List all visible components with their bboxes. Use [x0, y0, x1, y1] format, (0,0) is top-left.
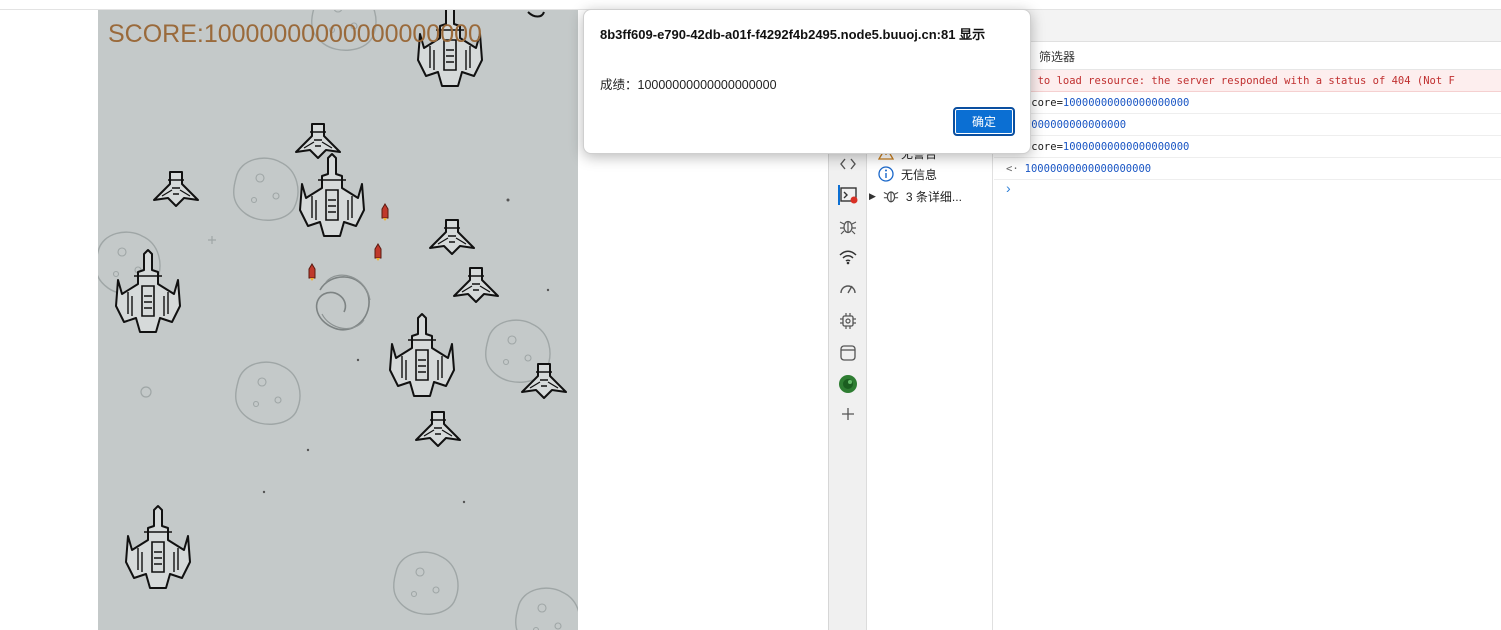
enemy-ship-large	[125, 505, 191, 589]
extension-icon[interactable]	[838, 374, 858, 394]
enemy-ship-small	[415, 411, 461, 447]
enemy-ship-large	[299, 153, 365, 237]
ok-button[interactable]: 确定	[953, 107, 1015, 136]
enemy-ship-small	[153, 171, 199, 207]
asteroid	[514, 587, 578, 630]
console-icon[interactable]	[838, 185, 858, 205]
bug-verbose-icon	[882, 187, 900, 205]
asteroid	[232, 157, 299, 221]
console-prompt[interactable]: ›	[1006, 180, 1011, 196]
asteroid	[234, 361, 301, 425]
game-scene	[98, 10, 578, 630]
info-icon	[877, 165, 895, 183]
elements-icon[interactable]	[838, 154, 858, 174]
sidebar-item-label: 无信息	[901, 167, 938, 182]
dialog-message: 成绩：10000000000000000000	[600, 78, 777, 92]
enemy-ship-small	[453, 267, 499, 303]
alert-dialog: 8b3ff609-e790-42db-a01f-f4292f4b2495.nod…	[583, 9, 1031, 154]
game-canvas[interactable]: SCORE:10000000000000000000	[98, 10, 578, 630]
sidebar-item-info[interactable]: 无信息	[877, 164, 937, 184]
performance-icon[interactable]	[838, 278, 858, 298]
bug-icon[interactable]	[838, 216, 858, 236]
chevron-right-icon[interactable]: ▶	[869, 191, 876, 202]
console-input-line: ameScore=10000000000000000000	[994, 136, 1501, 158]
enemy-ships	[115, 10, 567, 589]
sidebar-item-verbose[interactable]: ▶ 3 条详细...	[869, 186, 962, 206]
explosion-smoke	[315, 274, 371, 331]
sidebar-item-label: 3 条详细...	[905, 189, 962, 204]
score-text: SCORE:10000000000000000000	[108, 20, 482, 48]
console-result-line: <· 10000000000000000000	[994, 158, 1501, 180]
application-icon[interactable]	[838, 343, 858, 363]
console-output: iled to load resource: the server respon…	[994, 70, 1501, 630]
bullet	[381, 203, 389, 222]
filter-input[interactable]: 筛选器	[1039, 48, 1075, 65]
memory-chip-icon[interactable]	[838, 311, 858, 331]
bullet	[308, 263, 316, 282]
enemy-ship-large	[389, 313, 455, 397]
network-icon[interactable]	[838, 247, 858, 267]
enemy-ship-small	[295, 123, 341, 159]
console-input-line: ameScore=10000000000000000000	[994, 92, 1501, 114]
console-error-line: iled to load resource: the server respon…	[994, 70, 1501, 92]
enemy-ship-large	[115, 249, 181, 333]
dialog-title: 8b3ff609-e790-42db-a01f-f4292f4b2495.nod…	[600, 27, 986, 42]
devtools-activity-bar	[829, 70, 867, 630]
screen: SCORE:10000000000000000000 筛选器 无信息 ▶ 3 条…	[0, 0, 1501, 630]
enemy-ship-small	[429, 219, 475, 255]
add-icon[interactable]	[838, 404, 858, 424]
console-sidebar: 无警告 无信息 ▶ 3 条详细...	[867, 70, 993, 630]
asteroid	[392, 551, 459, 615]
console-output-line: 0000000000000000000	[994, 114, 1501, 136]
bullet	[374, 243, 382, 262]
